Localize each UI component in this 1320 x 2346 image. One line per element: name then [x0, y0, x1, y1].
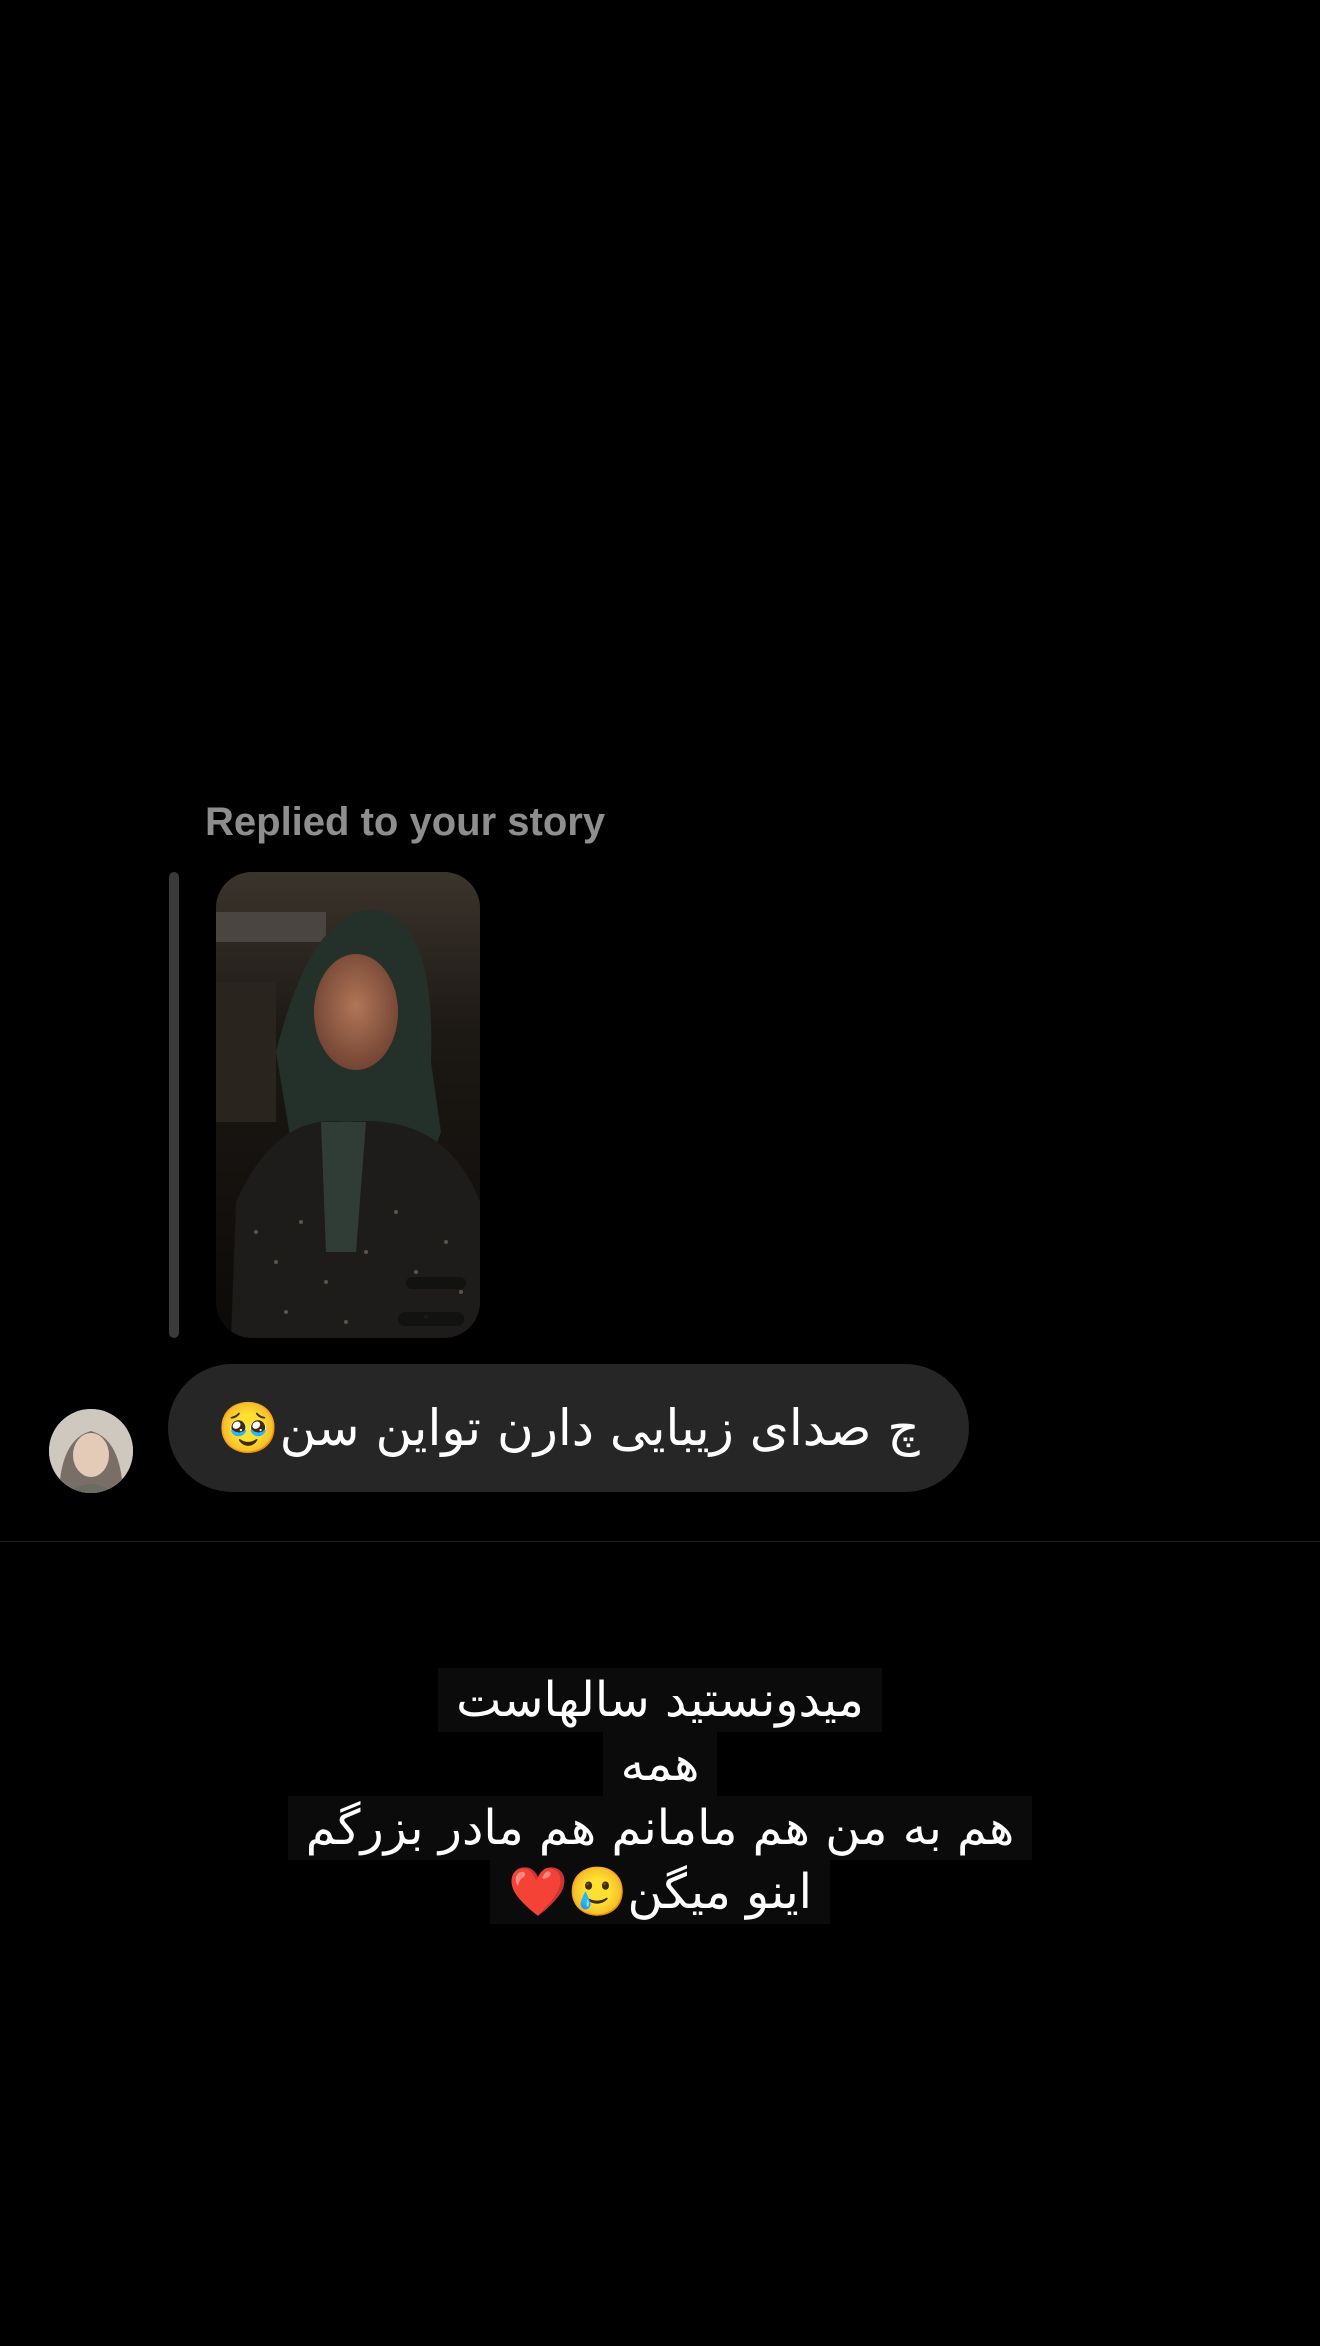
section-divider	[0, 1541, 1320, 1542]
story-caption: میدونستید سالهاست همه هم به من هم مامانم…	[0, 1668, 1320, 1924]
reply-indicator-bar	[169, 872, 179, 1338]
caption-line: میدونستید سالهاست	[438, 1668, 882, 1732]
sender-avatar[interactable]	[49, 1409, 133, 1493]
caption-line: همه	[602, 1732, 718, 1796]
message-bubble[interactable]: چ صدای زیبایی دارن تواین سن🥹	[168, 1364, 969, 1492]
story-thumbnail[interactable]	[216, 872, 480, 1338]
avatar-image	[49, 1409, 133, 1493]
message-text: چ صدای زیبایی دارن تواین سن🥹	[217, 1398, 920, 1457]
story-image	[216, 872, 480, 1338]
caption-line: هم به من هم مامانم هم مادر بزرگم	[287, 1796, 1033, 1860]
replied-to-story-label: Replied to your story	[205, 800, 606, 844]
caption-line: اینو میگن🥲❤️	[490, 1860, 831, 1924]
